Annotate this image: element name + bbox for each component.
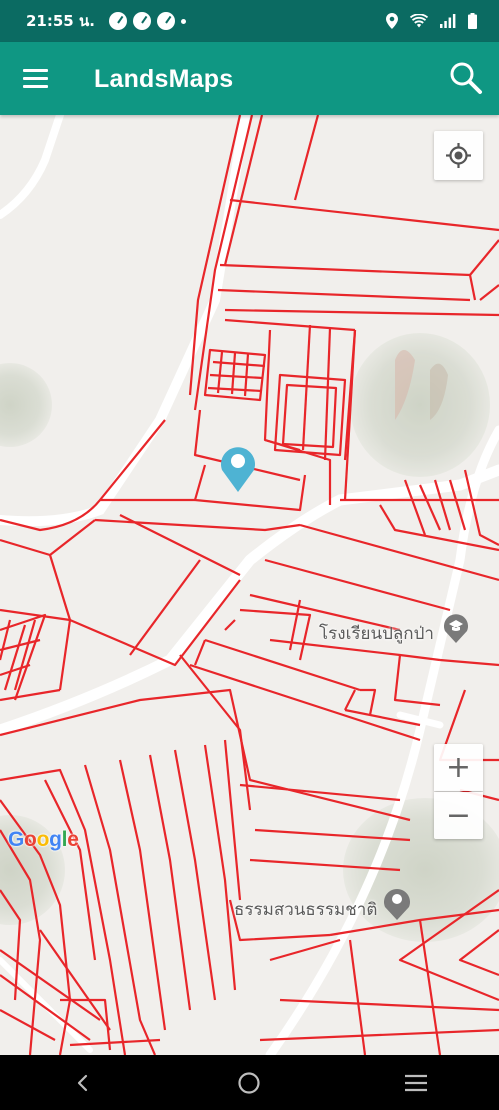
poi-label-park[interactable]: ธรรมสวนธรรมชาติ [234,896,377,923]
location-icon [386,13,398,29]
speedometer-icon [132,12,151,30]
battery-icon [468,13,477,29]
google-logo-letter: e [67,828,79,851]
school-pin-icon[interactable] [443,614,469,643]
system-icons [386,0,477,42]
speedometer-icon [108,12,127,30]
notification-icons [108,12,186,30]
wifi-icon [410,14,428,28]
my-location-button[interactable] [434,131,483,180]
system-nav-bar [0,1055,499,1110]
dot-icon [180,18,186,24]
google-logo-letter: o [36,828,50,851]
parcel-location-marker[interactable] [221,447,256,492]
zoom-out-button[interactable]: − [434,792,483,839]
recents-button[interactable] [391,1063,441,1103]
speedometer-icon [156,12,175,30]
map-view[interactable]: โรงเรียนปลูกป่า ธรรมสวนธรรมชาติ + − Goog… [0,115,499,1055]
signal-icon [440,14,456,28]
google-attribution-logo: Google [8,828,79,852]
search-icon [450,62,482,94]
zoom-in-button[interactable]: + [434,744,483,791]
poi-label-school[interactable]: โรงเรียนปลูกป่า [319,620,434,647]
status-time: 21:55 น. [26,12,95,30]
status-bar: 21:55 น. [0,0,499,42]
app-title: LandsMaps [94,65,234,93]
home-button[interactable] [224,1063,274,1103]
google-logo-letter: G [8,828,25,851]
home-icon [238,1071,261,1094]
back-icon [78,1074,88,1091]
search-button[interactable] [449,61,483,95]
hamburger-menu-icon[interactable] [23,69,48,88]
app-bar: LandsMaps [0,42,499,115]
google-logo-letter: g [49,828,62,851]
back-button[interactable] [58,1063,108,1103]
recents-icon [404,1074,427,1091]
google-logo-letter: o [24,828,37,851]
my-location-icon [446,143,471,168]
